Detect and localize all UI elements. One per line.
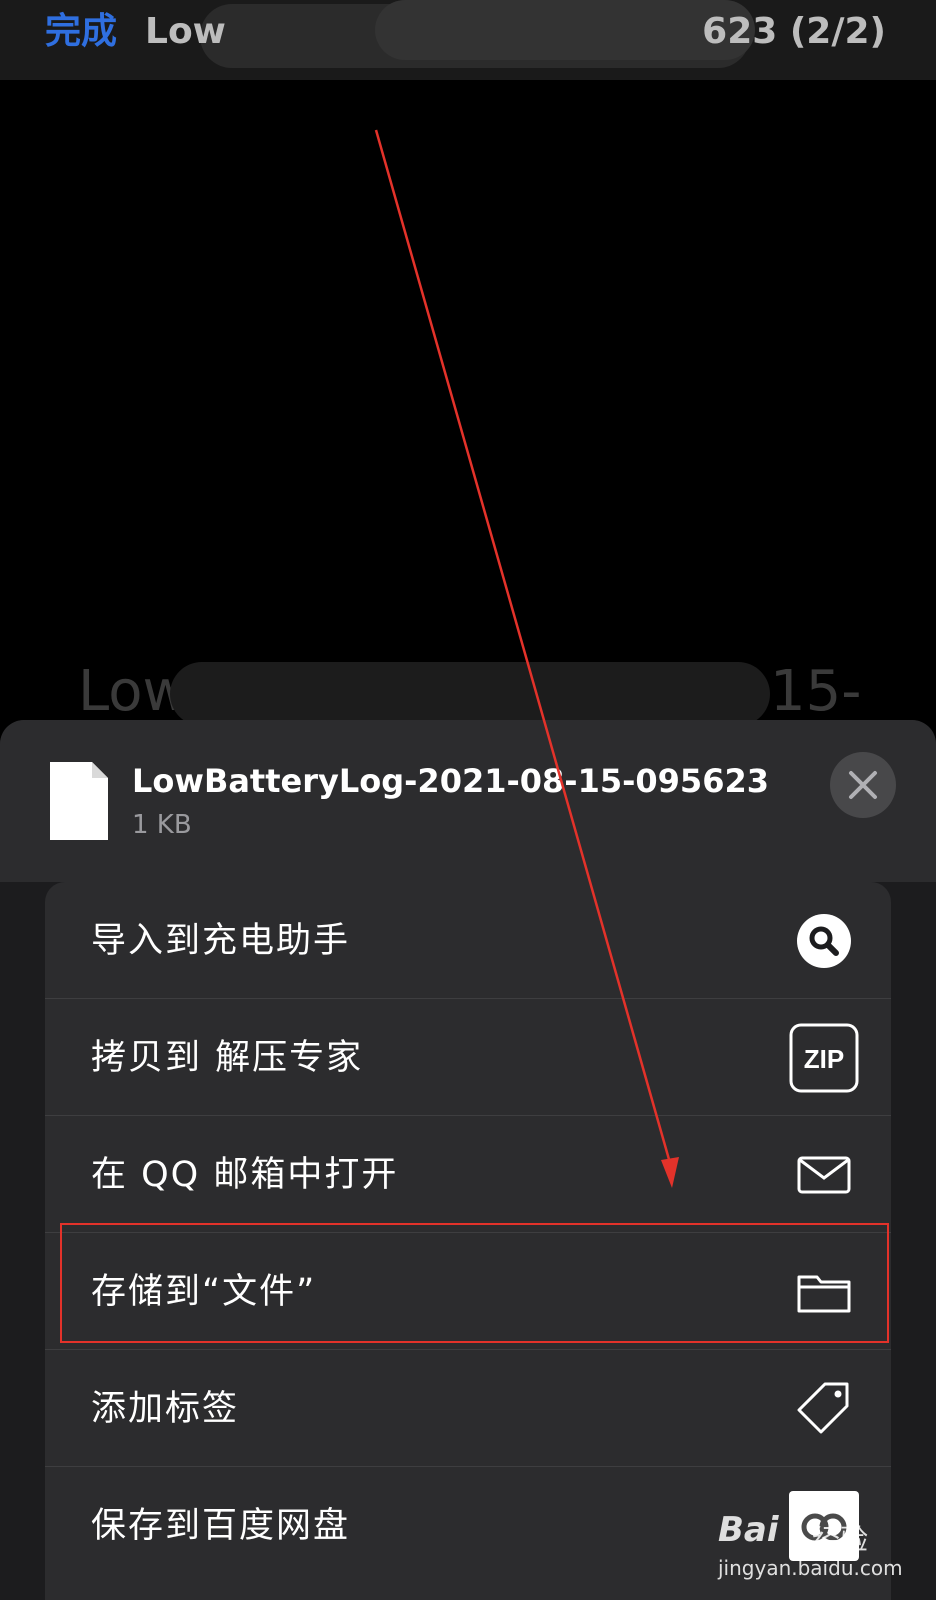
action-label: 导入到充电助手 [91,921,351,961]
action-open-in-qq-mail[interactable]: 在 QQ 邮箱中打开 [45,1116,891,1233]
redaction-blur [375,0,755,60]
document-icon [48,760,110,842]
action-copy-to-unzip-expert[interactable]: 拷贝到 解压专家 ZIP [45,999,891,1116]
close-icon [849,771,877,799]
tag-icon [789,1374,859,1444]
action-save-to-files[interactable]: 存储到“文件” [45,1233,891,1350]
share-sheet: LowBatteryLog-2021-08-15-095623 1 KB 导入到… [0,720,936,1600]
action-import-charging-assistant[interactable]: 导入到充电助手 [45,882,891,999]
mail-icon [789,1140,859,1210]
svg-text:ZIP: ZIP [804,1044,844,1074]
close-button[interactable] [830,752,896,818]
action-label: 存储到“文件” [91,1272,317,1312]
action-list: 导入到充电助手 拷贝到 解压专家 ZIP 在 QQ 邮箱中打开 存储到“文件” … [45,882,891,1600]
watermark-brand-suffix: 经验 [812,1523,869,1556]
share-sheet-header: LowBatteryLog-2021-08-15-095623 1 KB [0,720,936,882]
action-label: 添加标签 [91,1389,240,1429]
preview-file-name-tail: 15- [770,659,862,724]
action-add-tag[interactable]: 添加标签 [45,1350,891,1467]
watermark-url: jingyan.baidu.com [718,1556,903,1580]
search-icon [789,906,859,976]
nav-title-counter: 623 (2/2) [702,11,886,52]
nav-bar: 完成 Low 623 (2/2) [0,0,936,80]
nav-title: Low [145,11,226,52]
baidu-watermark: Bai 经验 jingyan.baidu.com [718,1510,903,1590]
done-button[interactable]: 完成 [45,10,117,54]
folder-icon [789,1257,859,1327]
watermark-brand: Bai [718,1510,779,1550]
action-label: 拷贝到 解压专家 [91,1038,364,1078]
action-label: 保存到百度网盘 [91,1506,351,1546]
file-size: 1 KB [132,810,192,840]
redaction-blur [170,662,770,726]
zip-icon: ZIP [789,1023,859,1093]
action-label: 在 QQ 邮箱中打开 [91,1155,399,1195]
file-name: LowBatteryLog-2021-08-15-095623 [132,762,769,800]
